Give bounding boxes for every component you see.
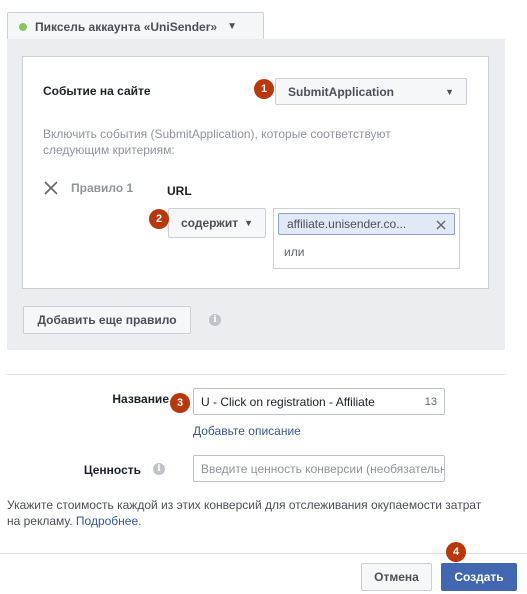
caret-down-icon: ▼ [244, 218, 253, 228]
step-badge-3: 3 [170, 393, 190, 413]
remove-rule-icon[interactable] [44, 181, 58, 195]
info-icon[interactable]: i [153, 463, 165, 475]
cancel-button[interactable]: Отмена [361, 563, 432, 591]
event-label: Событие на сайте [43, 84, 151, 98]
name-label: Название [112, 392, 169, 406]
event-select-value: SubmitApplication [288, 84, 394, 99]
step-badge-4: 4 [446, 542, 466, 562]
step-badge-1: 1 [254, 79, 274, 99]
status-dot-icon [19, 22, 27, 31]
caret-down-icon: ▼ [227, 21, 237, 32]
name-input[interactable]: U - Click on registration - Affiliate 13 [193, 388, 445, 415]
url-token: affiliate.unisender.co... [278, 213, 455, 235]
url-token-input[interactable]: affiliate.unisender.co... или [273, 208, 460, 269]
event-description: Включить события (SubmitApplication), ко… [43, 127, 391, 157]
remove-token-icon[interactable] [436, 219, 446, 230]
caret-down-icon: ▼ [445, 86, 454, 97]
conversion-value-placeholder: Введите ценность конверсии (необязательн… [201, 461, 445, 476]
add-description-link[interactable]: Добавьте описание [193, 424, 301, 438]
value-label: Ценность [83, 463, 141, 477]
info-icon[interactable]: i [209, 314, 221, 326]
operator-select[interactable]: содержит ▼ [168, 208, 266, 238]
or-placeholder: или [284, 245, 305, 259]
name-input-value: U - Click on registration - Affiliate [201, 394, 375, 409]
help-text: Укажите стоимость каждой из этих конверс… [7, 497, 487, 529]
event-select[interactable]: SubmitApplication ▼ [275, 78, 467, 105]
pixel-label: Пиксель аккаунта «UniSender» [35, 19, 218, 34]
learn-more-link[interactable]: Подробнее. [76, 514, 142, 528]
create-button[interactable]: Создать [441, 563, 517, 591]
rule-label: Правило 1 [71, 181, 134, 195]
section-divider [7, 374, 505, 375]
add-rule-button[interactable]: Добавить еще правило [23, 306, 191, 334]
rule-field-label: URL [167, 184, 192, 198]
operator-value: содержит [181, 216, 239, 230]
conversion-value-input[interactable]: Введите ценность конверсии (необязательн… [193, 455, 445, 482]
url-token-text: affiliate.unisender.co... [287, 217, 407, 231]
step-badge-2: 2 [149, 209, 169, 229]
pixel-selector-tab[interactable]: Пиксель аккаунта «UniSender» ▼ [7, 12, 264, 40]
char-count: 13 [424, 395, 437, 408]
